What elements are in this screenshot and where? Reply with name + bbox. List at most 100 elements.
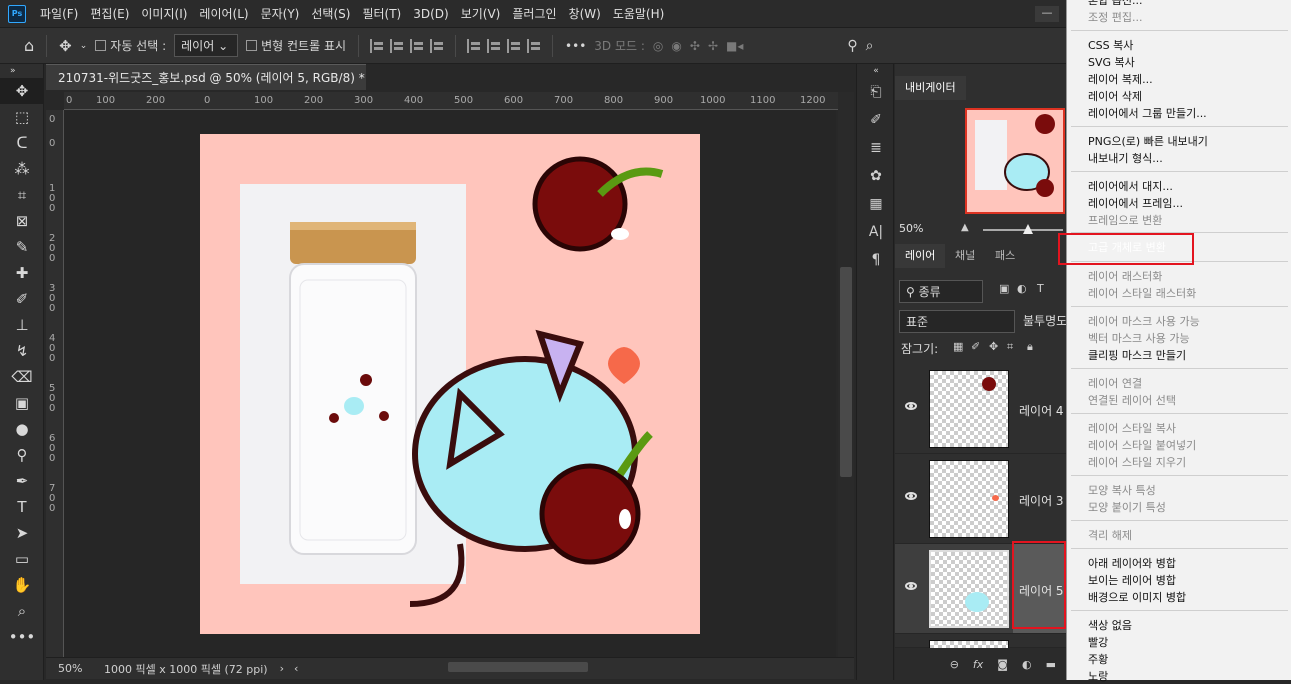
crop-tool-icon[interactable]: ⌗ — [0, 182, 44, 208]
zoom-out-icon[interactable]: ▲ — [961, 222, 969, 233]
history-panel-icon[interactable]: ⎗ — [857, 78, 895, 106]
visibility-eye-icon[interactable] — [905, 402, 917, 410]
menu-layer[interactable]: 레이어(L) — [193, 0, 254, 28]
menu-item[interactable]: 주황 — [1088, 651, 1108, 667]
chevron-down-icon[interactable]: ⌄ — [80, 41, 88, 51]
home-icon[interactable]: ⌂ — [24, 36, 34, 55]
gradient-tool-icon[interactable]: ▣ — [0, 390, 44, 416]
fx-icon[interactable]: fx — [973, 658, 983, 671]
tab-channels[interactable]: 채널 — [945, 244, 985, 268]
menu-file[interactable]: 파일(F) — [34, 0, 84, 28]
menu-filter[interactable]: 필터(T) — [356, 0, 407, 28]
menu-item[interactable]: 아래 레이어와 병합 — [1088, 555, 1176, 571]
clone-stamp-tool-icon[interactable]: ⊥ — [0, 312, 44, 338]
adjustments-panel-icon[interactable]: ≣ — [857, 134, 895, 162]
lock-pixels-icon[interactable]: ✐ — [971, 340, 980, 353]
grid-panel-icon[interactable]: ▦ — [857, 190, 895, 218]
menu-plugins[interactable]: 플러그인 — [506, 0, 562, 28]
lasso-tool-icon[interactable]: ᑕ — [0, 130, 44, 156]
minimize-button[interactable]: — — [1035, 6, 1059, 22]
menu-item[interactable]: SVG 복사 — [1088, 54, 1135, 70]
zoom-slider[interactable] — [983, 229, 1063, 231]
brush-panel-icon[interactable]: ✐ — [857, 106, 895, 134]
zoom-level[interactable]: 50% — [58, 662, 98, 675]
link-layers-icon[interactable]: ⊖ — [950, 658, 959, 671]
menu-item[interactable]: 레이어에서 프레임... — [1088, 195, 1183, 211]
menu-item[interactable]: 클리핑 마스크 만들기 — [1088, 347, 1186, 363]
menu-item[interactable]: 색상 없음 — [1088, 617, 1132, 633]
visibility-eye-icon[interactable] — [905, 492, 917, 500]
eraser-tool-icon[interactable]: ⌫ — [0, 364, 44, 390]
menu-item[interactable]: 빨강 — [1088, 634, 1108, 650]
lock-transparency-icon[interactable]: ▦ — [953, 340, 963, 353]
dodge-tool-icon[interactable]: ⚲ — [0, 442, 44, 468]
tab-navigator[interactable]: 내비게이터 — [895, 76, 966, 100]
adjustment-filter-icon[interactable]: ◐ — [1017, 282, 1027, 295]
type-filter-icon[interactable]: T — [1037, 282, 1044, 295]
pan-3d-icon[interactable]: ✣ — [690, 39, 700, 53]
menu-item[interactable]: PNG으(로) 빠른 내보내기 — [1088, 133, 1208, 149]
menu-window[interactable]: 창(W) — [563, 0, 607, 28]
add-mask-icon[interactable]: ◙ — [997, 658, 1008, 671]
history-brush-tool-icon[interactable]: ↯ — [0, 338, 44, 364]
menu-item[interactable]: 보이는 레이어 병합 — [1088, 572, 1176, 588]
menu-view[interactable]: 보기(V) — [455, 0, 507, 28]
more-options-button[interactable]: ••• — [565, 39, 586, 53]
layer-name[interactable]: 레이어 5 — [1019, 582, 1064, 599]
menu-item[interactable]: 혼합 옵션... — [1088, 0, 1142, 8]
marquee-tool-icon[interactable]: ⬚ — [0, 104, 44, 130]
chevron-right-icon[interactable]: › — [280, 662, 284, 675]
move-tool-icon[interactable]: ✥ — [59, 37, 72, 55]
type-tool-icon[interactable]: T — [0, 494, 44, 520]
swatches-panel-icon[interactable]: ✿ — [857, 162, 895, 190]
blend-mode-dropdown[interactable]: 표준 — [899, 310, 1015, 333]
menu-image[interactable]: 이미지(I) — [135, 0, 193, 28]
menu-3d[interactable]: 3D(D) — [407, 0, 454, 28]
orbit-icon[interactable]: ◎ — [653, 39, 663, 53]
healing-brush-tool-icon[interactable]: ✚ — [0, 260, 44, 286]
move-tool-icon[interactable]: ✥ — [0, 78, 44, 104]
lock-all-icon[interactable]: 🔒︎ — [1027, 340, 1033, 354]
menu-item[interactable]: 레이어에서 대지... — [1088, 178, 1173, 194]
paragraph-panel-icon[interactable]: ¶ — [857, 246, 895, 274]
tab-layers[interactable]: 레이어 — [895, 244, 946, 268]
align-center-icon[interactable] — [390, 38, 404, 53]
vertical-scrollbar[interactable] — [838, 92, 854, 657]
hand-tool-icon[interactable]: ✋ — [0, 572, 44, 598]
path-selection-tool-icon[interactable]: ➤ — [0, 520, 44, 546]
distribute-vertical-icon[interactable] — [527, 38, 541, 53]
layer-row[interactable]: 레이어 3 — [895, 454, 1070, 544]
lock-position-icon[interactable]: ✥ — [989, 340, 998, 353]
document-tab[interactable]: 210731-위드굿즈_홍보.psd @ 50% (레이어 5, RGB/8) … — [46, 64, 366, 111]
lock-artboard-icon[interactable]: ⌗ — [1007, 340, 1013, 354]
pen-tool-icon[interactable]: ✒ — [0, 468, 44, 494]
menu-item[interactable]: 배경으로 이미지 병합 — [1088, 589, 1186, 605]
horizontal-scroll-thumb[interactable] — [448, 662, 588, 672]
auto-select-target-dropdown[interactable]: 레이어 ⌄ — [174, 34, 239, 57]
menu-item[interactable]: 레이어 복제... — [1088, 71, 1153, 87]
navigator-preview[interactable] — [965, 108, 1065, 214]
distribute-icon[interactable] — [430, 38, 444, 53]
collapse-icon[interactable]: » — [0, 64, 44, 78]
menu-item[interactable]: CSS 복사 — [1088, 37, 1133, 53]
visibility-eye-icon[interactable] — [905, 582, 917, 590]
menu-item[interactable]: 노랑 — [1088, 668, 1108, 684]
image-filter-icon[interactable]: ▣ — [999, 282, 1009, 295]
zoom-tool-icon[interactable]: ⌕ — [0, 598, 44, 624]
character-panel-icon[interactable]: A| — [857, 218, 895, 246]
collapse-icon[interactable]: « — [857, 64, 895, 78]
align-right-icon[interactable] — [410, 38, 424, 53]
menu-item[interactable]: 레이어 삭제 — [1088, 88, 1142, 104]
align-middle-icon[interactable] — [487, 38, 501, 53]
blur-tool-icon[interactable]: ● — [0, 416, 44, 442]
menu-type[interactable]: 문자(Y) — [255, 0, 306, 28]
tab-paths[interactable]: 패스 — [985, 244, 1025, 268]
menu-item[interactable]: 내보내기 형식... — [1088, 150, 1163, 166]
menu-item[interactable]: 레이어에서 그룹 만들기... — [1088, 105, 1207, 121]
brush-tool-icon[interactable]: ✐ — [0, 286, 44, 312]
roll-icon[interactable]: ◉ — [671, 39, 681, 53]
magic-wand-tool-icon[interactable]: ⁂ — [0, 156, 44, 182]
align-top-icon[interactable] — [467, 38, 481, 53]
layer-filter-dropdown[interactable]: ⚲ 종류 — [899, 280, 983, 303]
auto-select-checkbox[interactable]: 자동 선택 : — [95, 37, 166, 54]
